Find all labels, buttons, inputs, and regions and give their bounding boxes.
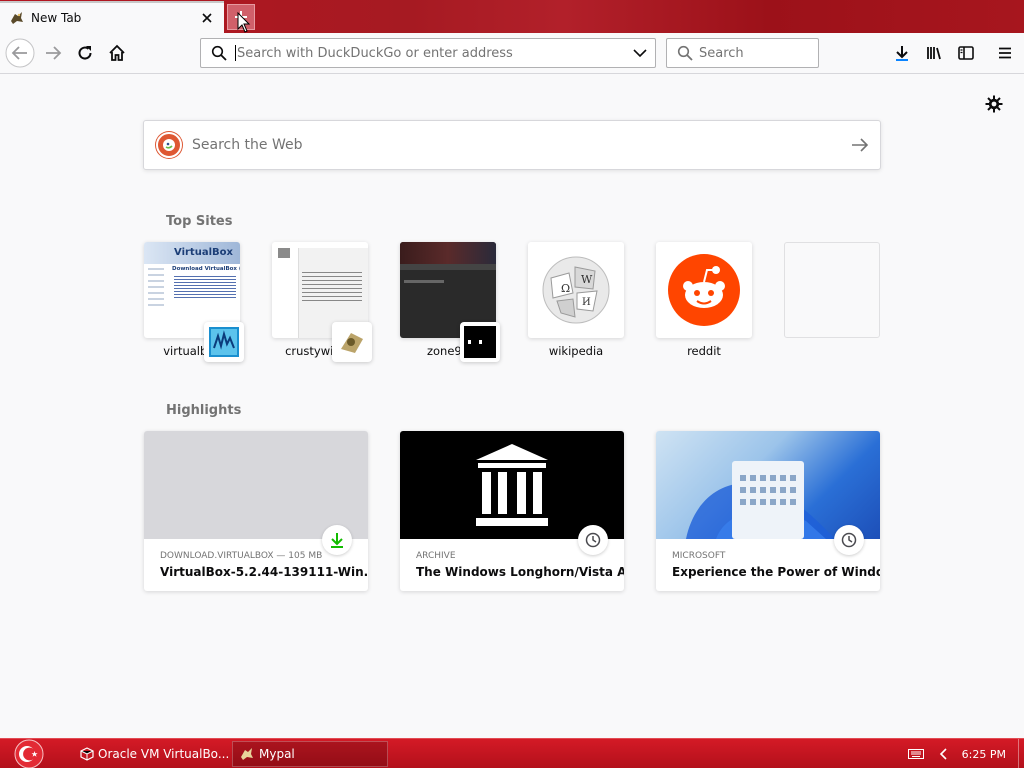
nav-bar: Search with DuckDuckGo or enter address … <box>0 33 1024 74</box>
site-placeholder <box>784 242 880 338</box>
top-site-wikipedia[interactable]: Ω W И wikipedia <box>528 242 624 358</box>
highlight-title: Experience the Power of Windo... <box>672 565 880 579</box>
download-icon <box>896 46 908 61</box>
virtualbox-thumb-subtitle: Download VirtualBox (Old Builds) <box>172 266 240 272</box>
site-label: reddit <box>687 344 721 358</box>
reddit-logo-icon <box>668 254 740 326</box>
back-button[interactable] <box>5 38 35 68</box>
clock[interactable]: 6:25 PM <box>962 748 1006 761</box>
crustywindo-icon <box>332 322 372 362</box>
highlight-card-archive[interactable]: ARCHIVE The Windows Longhorn/Vista Ar... <box>400 431 624 591</box>
gear-icon[interactable] <box>984 94 1004 114</box>
library-button[interactable] <box>919 38 949 68</box>
windows-bloom-image <box>686 461 836 539</box>
highlight-thumbnail <box>144 431 368 539</box>
tab-title: New Tab <box>31 11 82 25</box>
site-label: wikipedia <box>548 344 604 358</box>
new-tab-page: Search the Web Top Sites VirtualBox Down… <box>0 74 1024 738</box>
home-icon <box>109 44 125 61</box>
highlight-thumbnail <box>400 431 624 539</box>
library-icon <box>927 47 941 60</box>
virtualbox-icon <box>80 746 94 762</box>
reload-button[interactable] <box>70 38 100 68</box>
mypal-icon <box>239 746 255 762</box>
text-caret <box>235 45 236 61</box>
tab-new-tab[interactable]: New Tab <box>0 1 224 33</box>
highlights-heading: Highlights <box>166 403 242 418</box>
top-site-virtualbox[interactable]: VirtualBox Download VirtualBox (Old Buil… <box>144 242 244 362</box>
top-site-empty[interactable] <box>784 242 880 344</box>
search-icon <box>675 45 695 61</box>
sidebar-icon <box>958 46 974 60</box>
keyboard-icon[interactable] <box>907 746 924 762</box>
top-site-crustywindo[interactable]: crustywindo <box>272 242 372 362</box>
home-button[interactable] <box>102 38 132 68</box>
site-thumbnail: Ω W И <box>528 242 624 338</box>
taskbar-item-mypal[interactable]: Mypal <box>232 741 388 767</box>
clock-icon <box>578 525 608 555</box>
mouse-cursor-icon <box>237 12 251 33</box>
highlight-card-virtualbox[interactable]: DOWNLOAD.VIRTUALBOX — 105 MB VirtualBox-… <box>144 431 368 591</box>
top-site-reddit[interactable]: reddit <box>656 242 752 358</box>
show-desktop-button[interactable] <box>1018 739 1024 768</box>
thumb-list <box>174 276 236 300</box>
mypal-icon <box>9 10 25 26</box>
site-thumbnail <box>656 242 752 338</box>
archive-building-icon <box>476 444 548 526</box>
back-arrow-icon <box>5 38 35 68</box>
chevron-down-icon[interactable] <box>625 48 655 58</box>
taskbar-item-virtualbox[interactable]: Oracle VM VirtualBo... <box>74 741 229 767</box>
start-button[interactable] <box>10 739 48 768</box>
system-tray: 6:25 PM <box>896 739 1024 768</box>
forward-button[interactable] <box>38 38 68 68</box>
svg-text:Ω: Ω <box>561 282 570 295</box>
taskbar: Oracle VM VirtualBo... Mypal 6:25 PM <box>0 738 1024 768</box>
zone94-icon <box>460 322 500 362</box>
start-orb-icon <box>14 739 44 768</box>
wikipedia-globe-icon: Ω W И <box>542 256 610 324</box>
highlight-card-microsoft[interactable]: MICROSOFT Experience the Power of Windo.… <box>656 431 880 591</box>
hamburger-menu-icon <box>999 47 1011 59</box>
tab-strip: New Tab <box>0 0 1024 33</box>
svg-text:И: И <box>582 297 591 308</box>
reload-icon <box>78 46 92 60</box>
virtualbox-icon <box>204 322 244 362</box>
url-bar[interactable]: Search with DuckDuckGo or enter address <box>200 38 656 68</box>
svg-text:W: W <box>581 273 593 286</box>
download-icon <box>322 525 352 555</box>
virtualbox-thumb-title: VirtualBox <box>144 242 240 264</box>
highlight-title: VirtualBox-5.2.44-139111-Win.... <box>160 565 368 579</box>
duckduckgo-logo-icon <box>156 132 182 158</box>
chevron-left-icon[interactable] <box>936 746 952 762</box>
downloads-button[interactable] <box>887 38 917 68</box>
highlight-thumbnail <box>656 431 880 539</box>
taskbar-item-label: Mypal <box>259 747 295 761</box>
thumb-nav <box>148 268 164 308</box>
close-icon[interactable] <box>198 9 216 27</box>
search-bar[interactable]: Search <box>666 38 819 68</box>
menu-button[interactable] <box>990 38 1020 68</box>
top-sites-heading: Top Sites <box>166 214 233 229</box>
clock-icon <box>834 525 864 555</box>
web-search-placeholder: Search the Web <box>192 137 303 153</box>
sidebar-button[interactable] <box>951 38 981 68</box>
forward-arrow-icon <box>46 46 62 60</box>
url-placeholder: Search with DuckDuckGo or enter address <box>237 45 513 61</box>
search-placeholder: Search <box>699 45 744 61</box>
search-icon <box>209 45 229 61</box>
top-site-zone94[interactable]: zone94 <box>400 242 500 362</box>
arrow-right-icon[interactable] <box>840 138 880 152</box>
web-search-box[interactable]: Search the Web <box>143 120 881 170</box>
taskbar-item-label: Oracle VM VirtualBo... <box>98 747 230 761</box>
highlight-title: The Windows Longhorn/Vista Ar... <box>416 565 624 579</box>
